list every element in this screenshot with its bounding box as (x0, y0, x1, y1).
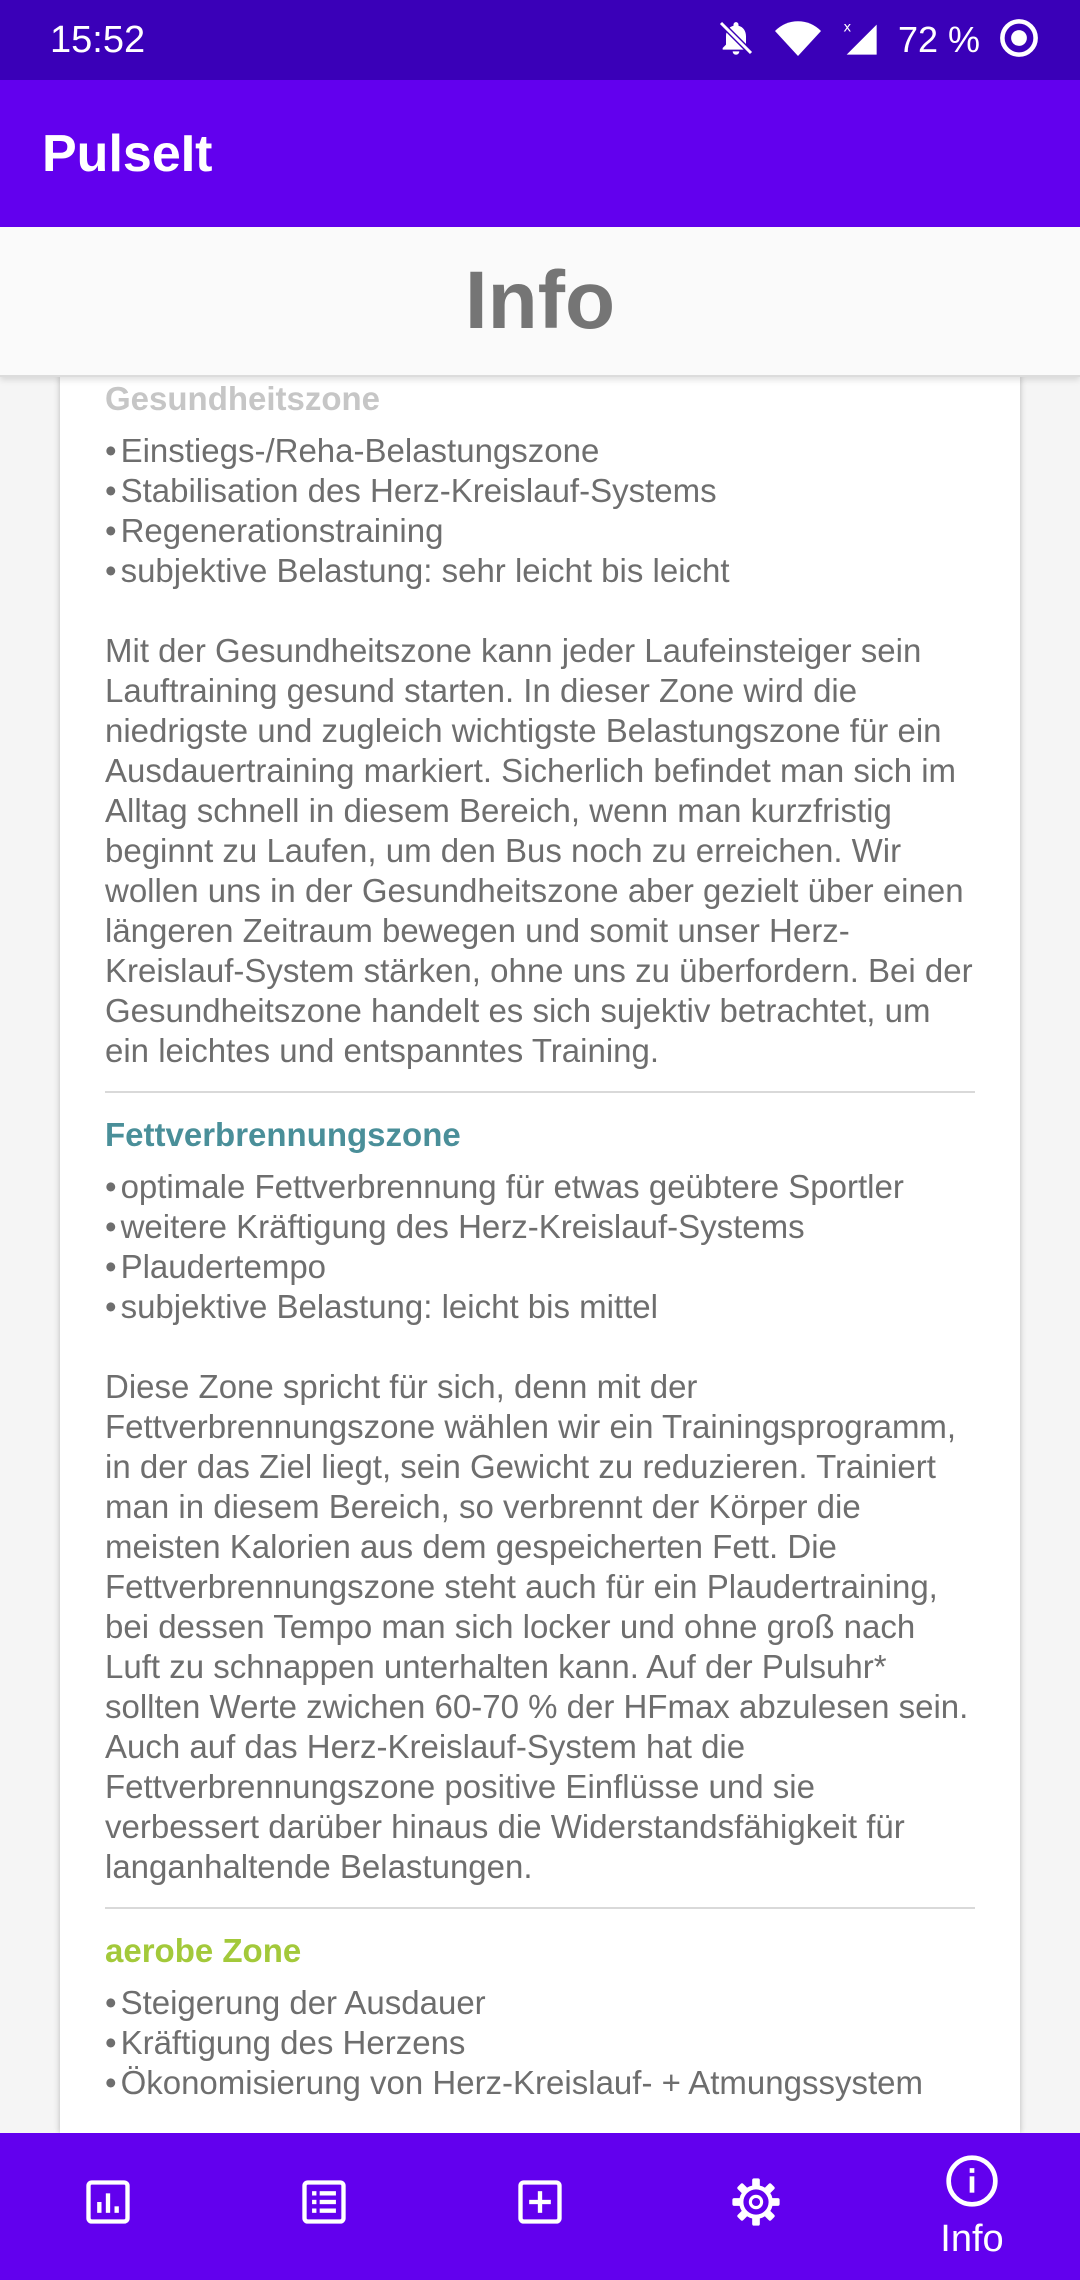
battery-percent: 72 % (897, 19, 980, 60)
zone-bullet: Steigerung der Ausdauer (105, 1983, 975, 2023)
zone-bullet-text: Regenerationstraining (120, 512, 444, 549)
info-icon (944, 2153, 1000, 2214)
zone-bullet-list: Steigerung der AusdauerKräftigung des He… (105, 1983, 975, 2103)
status-time: 15:52 (50, 18, 146, 61)
wifi-icon (774, 18, 822, 63)
zone-bullet: Einstiegs-/Reha-Belastungszone (105, 431, 975, 471)
chart-icon (82, 2176, 134, 2233)
app-bar: PulseIt (0, 80, 1080, 227)
zone-divider (105, 1907, 975, 1909)
status-icons: x 72 % (716, 17, 1040, 64)
zone-description: Diese Zone spricht für sich, denn mit de… (105, 1368, 969, 1885)
zone-bullet: optimale Fettverbrennung für etwas geübt… (105, 1167, 975, 1207)
zone-bullet: subjektive Belastung: sehr leicht bis le… (105, 551, 975, 591)
zone-bullet: Ökonomisierung von Herz-Kreislauf- + Atm… (105, 2063, 975, 2103)
zone-bullet-list: Einstiegs-/Reha-BelastungszoneStabilisat… (105, 431, 975, 591)
zone-bullet: subjektive Belastung: leicht bis mittel (105, 1287, 975, 1327)
zones-list: Gesundheitszone Einstiegs-/Reha-Belastung… (60, 379, 1020, 2103)
zone-bullet-text: Ökonomisierung von Herz-Kreislauf- + Atm… (120, 2064, 923, 2101)
zone-bullet-text: Plaudertempo (120, 1248, 327, 1285)
zone-bullet: Stabilisation des Herz-Kreislauf-Systems (105, 471, 975, 511)
zone-description: Mit der Gesundheitszone kann jeder Laufe… (105, 632, 973, 1069)
zone-bullet: Kräftigung des Herzens (105, 2023, 975, 2063)
zone-bullet-list: optimale Fettverbrennung für etwas geübt… (105, 1167, 975, 1327)
zone-bullet: weitere Kräftigung des Herz-Kreislauf-Sy… (105, 1207, 975, 1247)
page-header: Info (0, 227, 1080, 377)
nav-item-statistics[interactable] (0, 2133, 216, 2280)
signal-icon: x (840, 18, 880, 63)
zone-title: aerobe Zone (105, 1932, 302, 1969)
zone-bullet-text: subjektive Belastung: sehr leicht bis le… (120, 552, 730, 589)
page-title: Info (464, 255, 616, 346)
zone-title: Fettverbrennungszone (105, 1116, 461, 1153)
zone-title: Gesundheitszone (105, 380, 381, 417)
nav-item-settings[interactable] (648, 2133, 864, 2280)
settings-icon (729, 2175, 783, 2234)
notifications-off-icon (716, 18, 756, 63)
add-box-icon (514, 2176, 566, 2233)
zone-bullet: Plaudertempo (105, 1247, 975, 1287)
svg-text:x: x (843, 20, 851, 35)
nav-label-info: Info (940, 2217, 1004, 2260)
zone-bullet: Regenerationstraining (105, 511, 975, 551)
status-bar: 15:52 x 72 % (0, 0, 1080, 80)
nav-item-add[interactable] (432, 2133, 648, 2280)
app-title: PulseIt (42, 124, 213, 183)
bottom-navigation: Info (0, 2133, 1080, 2280)
zone-bullet-text: Stabilisation des Herz-Kreislauf-Systems (120, 472, 717, 509)
nav-item-info[interactable]: Info (864, 2133, 1080, 2280)
info-scroll-view[interactable]: Gesundheitszone Einstiegs-/Reha-Belastung… (60, 375, 1020, 2133)
battery-saver-icon (998, 17, 1040, 64)
zone-bullet-text: Kräftigung des Herzens (120, 2024, 466, 2061)
zone-bullet-text: Einstiegs-/Reha-Belastungszone (120, 432, 600, 469)
zone-bullet-text: weitere Kräftigung des Herz-Kreislauf-Sy… (120, 1208, 805, 1245)
nav-item-list[interactable] (216, 2133, 432, 2280)
zone-bullet-text: Steigerung der Ausdauer (120, 1984, 486, 2021)
list-icon (298, 2176, 350, 2233)
zone-bullet-text: subjektive Belastung: leicht bis mittel (120, 1288, 658, 1325)
zone-bullet-text: optimale Fettverbrennung für etwas geübt… (120, 1168, 904, 1205)
zone-divider (105, 1091, 975, 1093)
